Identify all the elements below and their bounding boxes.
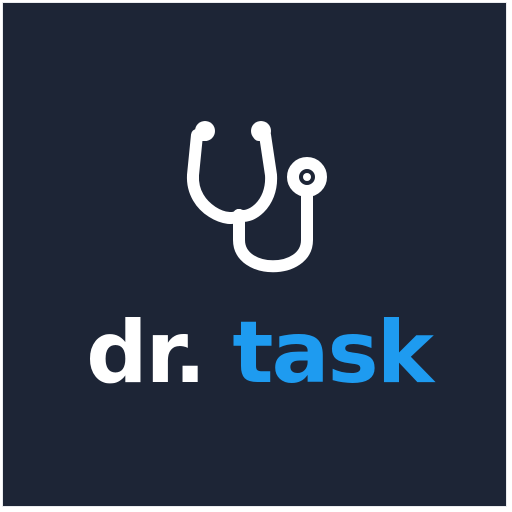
stethoscope-icon xyxy=(187,121,327,273)
wordmark: dr. task xyxy=(3,303,512,403)
wordmark-primary: dr. xyxy=(86,303,206,403)
wordmark-accent: task xyxy=(232,303,434,403)
logo-card: dr. task xyxy=(2,2,507,507)
